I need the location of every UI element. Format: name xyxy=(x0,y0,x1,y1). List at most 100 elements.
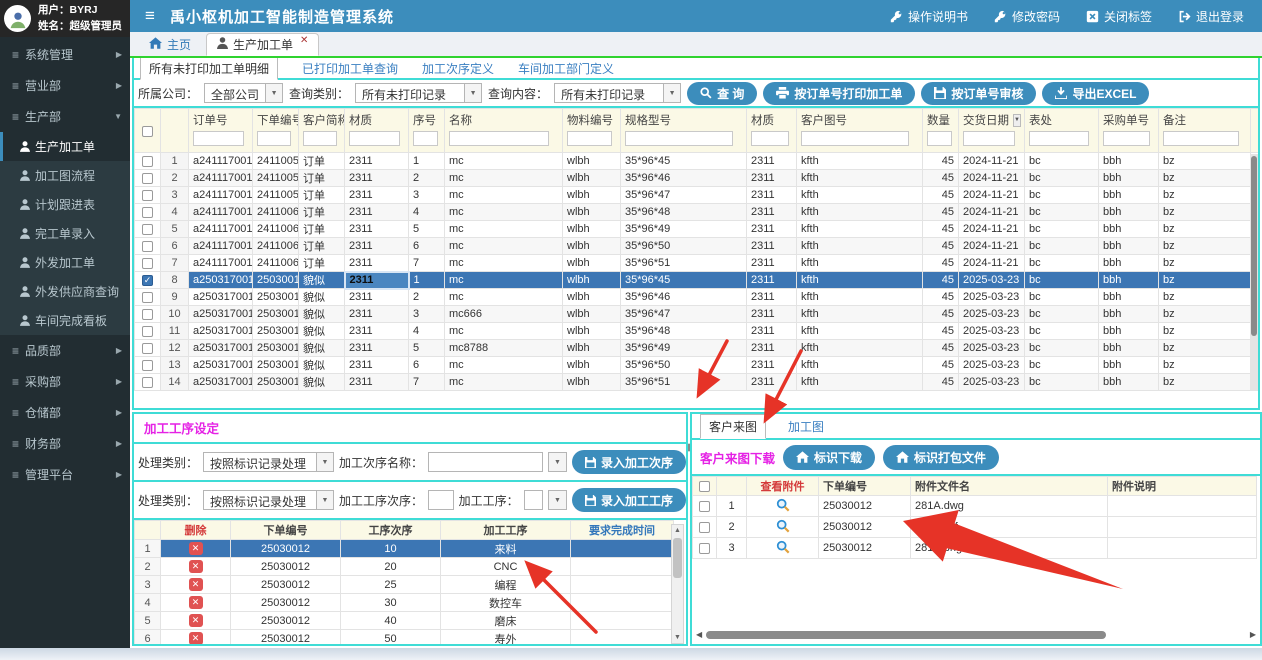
handle-type-select2[interactable]: 按照标识记录处理▼ xyxy=(203,490,334,510)
column-filter-input[interactable] xyxy=(751,131,789,146)
row-checkbox[interactable]: ✓ xyxy=(142,275,153,286)
row-checkbox[interactable] xyxy=(142,224,153,235)
orders-vertical-scrollbar[interactable] xyxy=(1250,154,1258,390)
row-checkbox[interactable] xyxy=(142,156,153,167)
delete-icon[interactable]: ✕ xyxy=(189,596,203,609)
chevron-down-icon[interactable]: ▼ xyxy=(316,491,333,509)
table-row[interactable]: 11a25031700125030015貌似23114mcwlbh35*96*4… xyxy=(135,323,1259,340)
process-row[interactable]: 4✕2503001230数控车 xyxy=(135,594,674,612)
table-row[interactable]: 5a24111700124110061订单23115mcwlbh35*96*49… xyxy=(135,221,1259,238)
handle-type-select[interactable]: 按照标识记录处理▼ xyxy=(203,452,334,472)
row-checkbox[interactable] xyxy=(142,360,153,371)
table-row[interactable]: 9a25031700125030013貌似23112mcwlbh35*96*46… xyxy=(135,289,1259,306)
process-row[interactable]: 6✕2503001250寿外 xyxy=(135,630,674,647)
sequence-name-dropdown[interactable]: ▼ xyxy=(548,452,567,472)
category-select[interactable]: 所有未打印记录▼ xyxy=(355,83,482,103)
delete-icon[interactable]: ✕ xyxy=(189,632,203,645)
table-row[interactable]: 3a24111700124110059订单23113mcwlbh35*96*47… xyxy=(135,187,1259,204)
attachment-row[interactable]: 225030012281a.pdf xyxy=(693,517,1257,538)
table-row[interactable]: 4a24111700124110060订单23114mcwlbh35*96*48… xyxy=(135,204,1259,221)
process-row[interactable]: 5✕2503001240磨床 xyxy=(135,612,674,630)
subtab-unprinted-detail[interactable]: 所有未打印加工单明细 xyxy=(140,57,278,80)
sidebar-item-财务部[interactable]: ≡财务部▶ xyxy=(0,428,130,459)
enter-sequence-button[interactable]: 录入加工次序 xyxy=(572,450,686,474)
table-row[interactable]: 12a25031700125030016貌似23115mc8788wlbh35*… xyxy=(135,340,1259,357)
chevron-down-icon[interactable]: ▼ xyxy=(464,84,481,102)
manual-button[interactable]: 操作说明书 xyxy=(890,8,968,25)
table-row[interactable]: 13a25031700125030017貌似23116mcwlbh35*96*5… xyxy=(135,357,1259,374)
row-checkbox[interactable] xyxy=(142,207,153,218)
sidebar-item-外发加工单[interactable]: 外发加工单 xyxy=(0,248,130,277)
hamburger-menu-icon[interactable]: ≡ xyxy=(130,6,170,26)
search-button[interactable]: 查 询 xyxy=(687,82,757,105)
step-proc-input[interactable] xyxy=(524,490,543,510)
tab-customer-drawing[interactable]: 客户来图 xyxy=(700,414,766,439)
row-checkbox[interactable] xyxy=(142,343,153,354)
row-checkbox[interactable] xyxy=(142,258,153,269)
export-excel-button[interactable]: 导出EXCEL xyxy=(1042,82,1149,105)
sidebar-item-生产部[interactable]: ≡生产部▼ xyxy=(0,101,130,132)
table-row[interactable]: 10a25031700125030014貌似23113mc666wlbh35*9… xyxy=(135,306,1259,323)
row-checkbox[interactable] xyxy=(142,190,153,201)
sidebar-item-车间完成看板[interactable]: 车间完成看板 xyxy=(0,306,130,335)
table-row[interactable]: 7a24111700124110063订单23117mcwlbh35*96*51… xyxy=(135,255,1259,272)
row-checkbox[interactable] xyxy=(142,292,153,303)
row-checkbox[interactable] xyxy=(142,173,153,184)
row-checkbox[interactable] xyxy=(699,501,710,512)
attachment-row[interactable]: 125030012281A.dwg xyxy=(693,496,1257,517)
mark-package-button[interactable]: 标识打包文件 xyxy=(883,445,999,470)
row-checkbox[interactable] xyxy=(142,377,153,388)
process-vertical-scrollbar[interactable]: ▲ ▼ xyxy=(671,524,684,644)
sequence-name-input[interactable] xyxy=(428,452,543,472)
delete-icon[interactable]: ✕ xyxy=(189,578,203,591)
step-seq-input[interactable] xyxy=(428,490,454,510)
change-password-button[interactable]: 修改密码 xyxy=(994,8,1060,25)
sidebar-item-采购部[interactable]: ≡采购部▶ xyxy=(0,366,130,397)
view-attachment-icon[interactable] xyxy=(776,519,790,533)
view-attachment-icon[interactable] xyxy=(776,540,790,554)
chevron-down-icon[interactable]: ▼ xyxy=(316,453,333,471)
mark-download-button[interactable]: 标识下载 xyxy=(783,445,875,470)
process-row[interactable]: 1✕2503001210来料 xyxy=(135,540,674,558)
table-row[interactable]: ✓8a25031700125030012貌似23111mcwlbh35*96*4… xyxy=(135,272,1259,289)
content-select[interactable]: 所有未打印记录▼ xyxy=(554,83,681,103)
scroll-left-icon[interactable]: ◀ xyxy=(696,630,702,639)
delete-icon[interactable]: ✕ xyxy=(189,560,203,573)
table-row[interactable]: 6a24111700124110062订单23116mcwlbh35*96*50… xyxy=(135,238,1259,255)
row-checkbox[interactable] xyxy=(699,522,710,533)
column-filter-input[interactable] xyxy=(927,131,952,146)
subtab-printed-query[interactable]: 已打印加工单查询 xyxy=(302,60,398,77)
print-by-order-button[interactable]: 按订单号打印加工单 xyxy=(763,82,915,105)
sort-dropdown-icon[interactable]: ▼ xyxy=(1013,114,1021,127)
chevron-down-icon[interactable]: ▼ xyxy=(549,453,566,471)
row-checkbox[interactable] xyxy=(142,241,153,252)
sidebar-item-计划跟进表[interactable]: 计划跟进表 xyxy=(0,190,130,219)
delete-icon[interactable]: ✕ xyxy=(189,614,203,627)
column-filter-input[interactable] xyxy=(1163,131,1239,146)
logout-button[interactable]: 退出登录 xyxy=(1178,8,1244,25)
row-checkbox[interactable] xyxy=(699,543,710,554)
delete-icon[interactable]: ✕ xyxy=(189,542,203,555)
column-filter-input[interactable] xyxy=(567,131,612,146)
scroll-down-icon[interactable]: ▼ xyxy=(672,632,683,643)
row-checkbox[interactable] xyxy=(142,326,153,337)
company-select[interactable]: 全部公司▼ xyxy=(204,83,283,103)
attachments-horizontal-scrollbar[interactable]: ◀ ▶ xyxy=(696,630,1256,640)
sidebar-item-加工图流程[interactable]: 加工图流程 xyxy=(0,161,130,190)
table-row[interactable]: 14a25031700125030018貌似23117mcwlbh35*96*5… xyxy=(135,374,1259,391)
column-filter-input[interactable] xyxy=(963,131,1015,146)
chevron-down-icon[interactable]: ▼ xyxy=(549,491,566,509)
sidebar-item-管理平台[interactable]: ≡管理平台▶ xyxy=(0,459,130,490)
tab-home[interactable]: 主页 xyxy=(138,33,202,56)
sidebar-item-生产加工单[interactable]: 生产加工单 xyxy=(0,132,130,161)
attachment-row[interactable]: 325030012281A.png xyxy=(693,538,1257,559)
column-filter-input[interactable] xyxy=(349,131,400,146)
column-filter-input[interactable] xyxy=(1029,131,1089,146)
column-filter-input[interactable] xyxy=(801,131,909,146)
step-proc-dropdown[interactable]: ▼ xyxy=(548,490,567,510)
column-filter-input[interactable] xyxy=(303,131,337,146)
process-row[interactable]: 3✕2503001225编程 xyxy=(135,576,674,594)
row-checkbox[interactable] xyxy=(142,309,153,320)
sidebar-item-完工单录入[interactable]: 完工单录入 xyxy=(0,219,130,248)
tab-process-drawing[interactable]: 加工图 xyxy=(780,415,832,438)
